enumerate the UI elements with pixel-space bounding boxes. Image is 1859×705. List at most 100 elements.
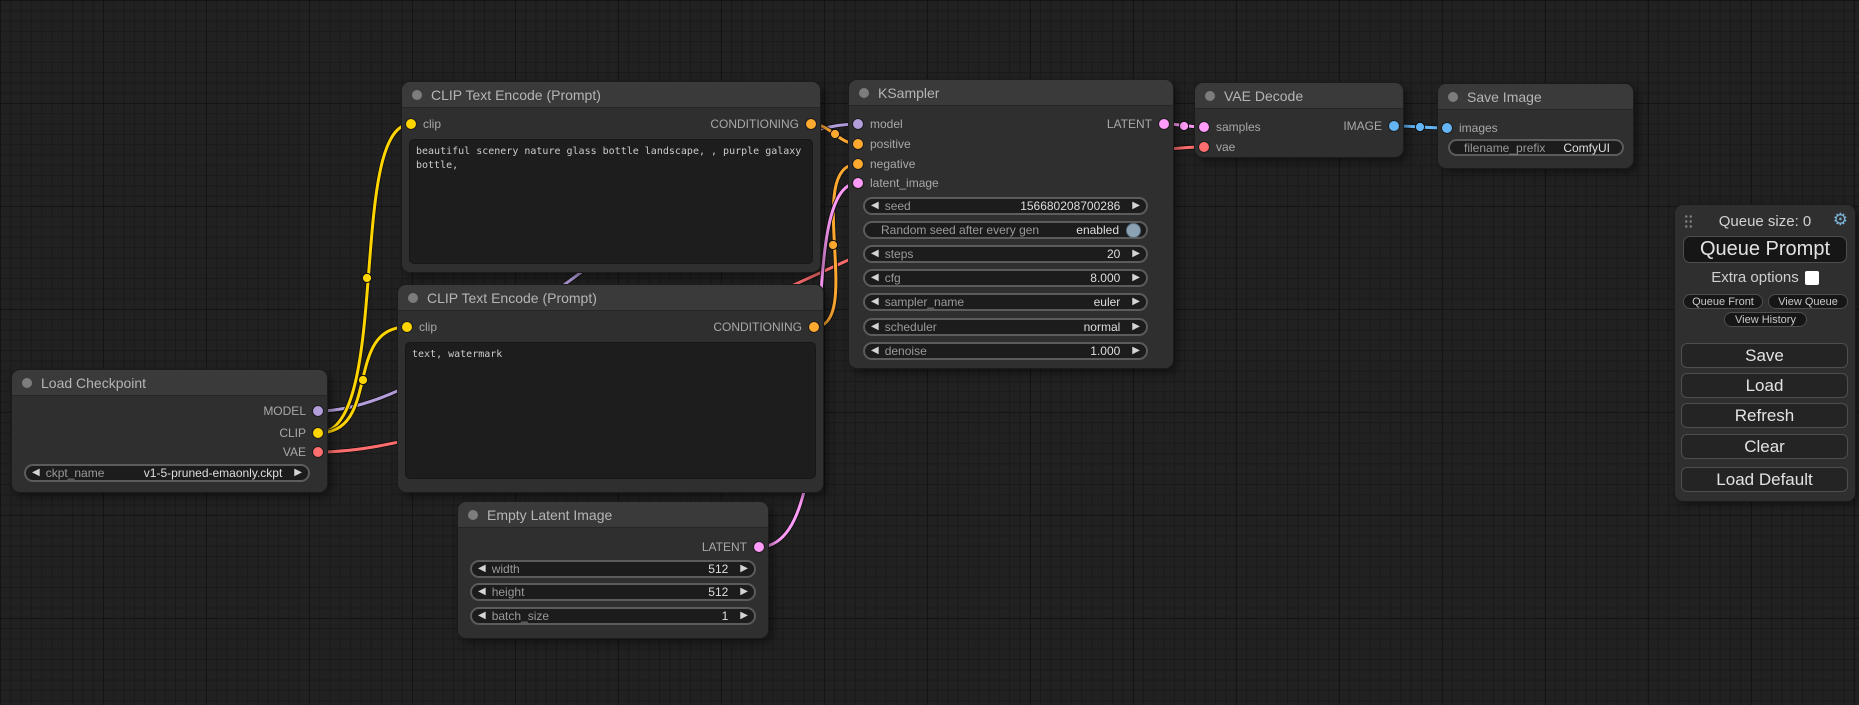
model-port-icon[interactable] [313, 406, 323, 416]
decrement-arrow-icon[interactable]: ◀ [871, 297, 879, 307]
latent-port-icon[interactable] [1199, 122, 1209, 132]
input-images[interactable]: images [1442, 119, 1498, 137]
node-load-checkpoint[interactable]: Load Checkpoint MODEL CLIP VAE ◀ ckpt_na… [12, 370, 327, 492]
input-negative[interactable]: negative [853, 155, 915, 173]
input-samples[interactable]: samples [1199, 118, 1261, 136]
refresh-button[interactable]: Refresh [1681, 403, 1848, 428]
queue-front-button[interactable]: Queue Front [1683, 294, 1763, 309]
model-port-icon[interactable] [853, 119, 863, 129]
load-button[interactable]: Load [1681, 373, 1848, 398]
increment-arrow-icon[interactable]: ▶ [740, 587, 748, 597]
node-header[interactable]: Save Image [1438, 84, 1633, 110]
latent-port-icon[interactable] [754, 542, 764, 552]
input-model[interactable]: model [853, 115, 903, 133]
input-latent-image[interactable]: latent_image [853, 174, 939, 192]
batch-size-widget[interactable]: ◀ batch_size 1 ▶ [470, 607, 756, 625]
scheduler-widget[interactable]: ◀ scheduler normal ▶ [863, 318, 1148, 336]
decrement-arrow-icon[interactable]: ◀ [871, 249, 879, 259]
prompt-textarea[interactable]: text, watermark [406, 343, 815, 478]
decrement-arrow-icon[interactable]: ◀ [478, 564, 486, 574]
increment-arrow-icon[interactable]: ▶ [740, 564, 748, 574]
cfg-widget[interactable]: ◀ cfg 8.000 ▶ [863, 269, 1148, 287]
image-port-icon[interactable] [1442, 123, 1452, 133]
node-ksampler[interactable]: KSampler model positive negative latent_… [849, 80, 1173, 368]
ckpt-name-widget[interactable]: ◀ ckpt_name v1-5-pruned-emaonly.ckpt ▶ [24, 464, 310, 482]
input-positive[interactable]: positive [853, 135, 911, 153]
node-save-image[interactable]: Save Image images filename_prefix ComfyU… [1438, 84, 1633, 168]
latent-port-icon[interactable] [1159, 119, 1169, 129]
decrement-arrow-icon[interactable]: ◀ [871, 346, 879, 356]
decrement-arrow-icon[interactable]: ◀ [871, 201, 879, 211]
clip-port-icon[interactable] [313, 428, 323, 438]
input-clip[interactable]: clip [406, 115, 441, 133]
queue-prompt-button[interactable]: Queue Prompt [1683, 236, 1847, 263]
filename-prefix-widget[interactable]: filename_prefix ComfyUI [1448, 139, 1624, 156]
node-header[interactable]: VAE Decode [1195, 83, 1403, 109]
node-collapse-dot[interactable] [22, 378, 32, 388]
vae-port-icon[interactable] [313, 447, 323, 457]
conditioning-port-icon[interactable] [853, 139, 863, 149]
node-vae-decode[interactable]: VAE Decode samples vae IMAGE [1195, 83, 1403, 157]
prompt-textarea[interactable]: beautiful scenery nature glass bottle la… [410, 140, 812, 263]
gear-icon[interactable]: ⚙ [1833, 210, 1848, 230]
latent-port-icon[interactable] [853, 178, 863, 188]
output-clip[interactable]: CLIP [279, 424, 323, 442]
node-header[interactable]: Load Checkpoint [12, 370, 327, 396]
output-latent[interactable]: LATENT [702, 538, 764, 556]
node-collapse-dot[interactable] [412, 90, 422, 100]
drag-handle-icon[interactable] [1684, 214, 1693, 229]
conditioning-port-icon[interactable] [806, 119, 816, 129]
conditioning-port-icon[interactable] [853, 159, 863, 169]
conditioning-port-icon[interactable] [809, 322, 819, 332]
extra-options-checkbox[interactable] [1805, 271, 1819, 285]
load-default-button[interactable]: Load Default [1681, 467, 1848, 492]
decrement-arrow-icon[interactable]: ◀ [32, 468, 40, 478]
output-model[interactable]: MODEL [263, 402, 323, 420]
output-conditioning[interactable]: CONDITIONING [710, 115, 816, 133]
height-widget[interactable]: ◀ height 512 ▶ [470, 583, 756, 601]
save-button[interactable]: Save [1681, 343, 1848, 368]
sampler-name-widget[interactable]: ◀ sampler_name euler ▶ [863, 293, 1148, 311]
view-history-button[interactable]: View History [1724, 312, 1807, 327]
node-header[interactable]: KSampler [849, 80, 1173, 106]
image-port-icon[interactable] [1389, 121, 1399, 131]
clip-port-icon[interactable] [406, 119, 416, 129]
output-conditioning[interactable]: CONDITIONING [713, 318, 819, 336]
increment-arrow-icon[interactable]: ▶ [1132, 322, 1140, 332]
increment-arrow-icon[interactable]: ▶ [1132, 297, 1140, 307]
node-collapse-dot[interactable] [1205, 91, 1215, 101]
increment-arrow-icon[interactable]: ▶ [1132, 201, 1140, 211]
output-latent[interactable]: LATENT [1107, 115, 1169, 133]
random-seed-toggle[interactable]: Random seed after every gen enabled [863, 221, 1148, 239]
node-collapse-dot[interactable] [408, 293, 418, 303]
node-clip-text-encode-positive[interactable]: CLIP Text Encode (Prompt) clip CONDITION… [402, 82, 820, 272]
output-vae[interactable]: VAE [283, 443, 323, 461]
input-vae[interactable]: vae [1199, 138, 1235, 156]
node-clip-text-encode-negative[interactable]: CLIP Text Encode (Prompt) clip CONDITION… [398, 285, 823, 492]
decrement-arrow-icon[interactable]: ◀ [871, 322, 879, 332]
decrement-arrow-icon[interactable]: ◀ [478, 611, 486, 621]
steps-widget[interactable]: ◀ steps 20 ▶ [863, 245, 1148, 263]
seed-widget[interactable]: ◀ seed 156680208700286 ▶ [863, 197, 1148, 215]
input-clip[interactable]: clip [402, 318, 437, 336]
node-header[interactable]: Empty Latent Image [458, 502, 768, 528]
toggle-enabled-icon[interactable] [1127, 224, 1140, 237]
vae-port-icon[interactable] [1199, 142, 1209, 152]
comfyui-canvas[interactable]: { "icons": { "arrow_left": "◀", "arrow_r… [0, 0, 1859, 705]
clip-port-icon[interactable] [402, 322, 412, 332]
denoise-widget[interactable]: ◀ denoise 1.000 ▶ [863, 342, 1148, 360]
node-collapse-dot[interactable] [859, 88, 869, 98]
node-empty-latent-image[interactable]: Empty Latent Image LATENT ◀ width 512 ▶ … [458, 502, 768, 638]
node-collapse-dot[interactable] [468, 510, 478, 520]
increment-arrow-icon[interactable]: ▶ [294, 468, 302, 478]
increment-arrow-icon[interactable]: ▶ [740, 611, 748, 621]
node-collapse-dot[interactable] [1448, 92, 1458, 102]
increment-arrow-icon[interactable]: ▶ [1132, 273, 1140, 283]
clear-button[interactable]: Clear [1681, 434, 1848, 459]
output-image[interactable]: IMAGE [1343, 117, 1399, 135]
view-queue-button[interactable]: View Queue [1768, 294, 1848, 309]
width-widget[interactable]: ◀ width 512 ▶ [470, 560, 756, 578]
increment-arrow-icon[interactable]: ▶ [1132, 249, 1140, 259]
node-header[interactable]: CLIP Text Encode (Prompt) [398, 285, 823, 311]
node-header[interactable]: CLIP Text Encode (Prompt) [402, 82, 820, 108]
